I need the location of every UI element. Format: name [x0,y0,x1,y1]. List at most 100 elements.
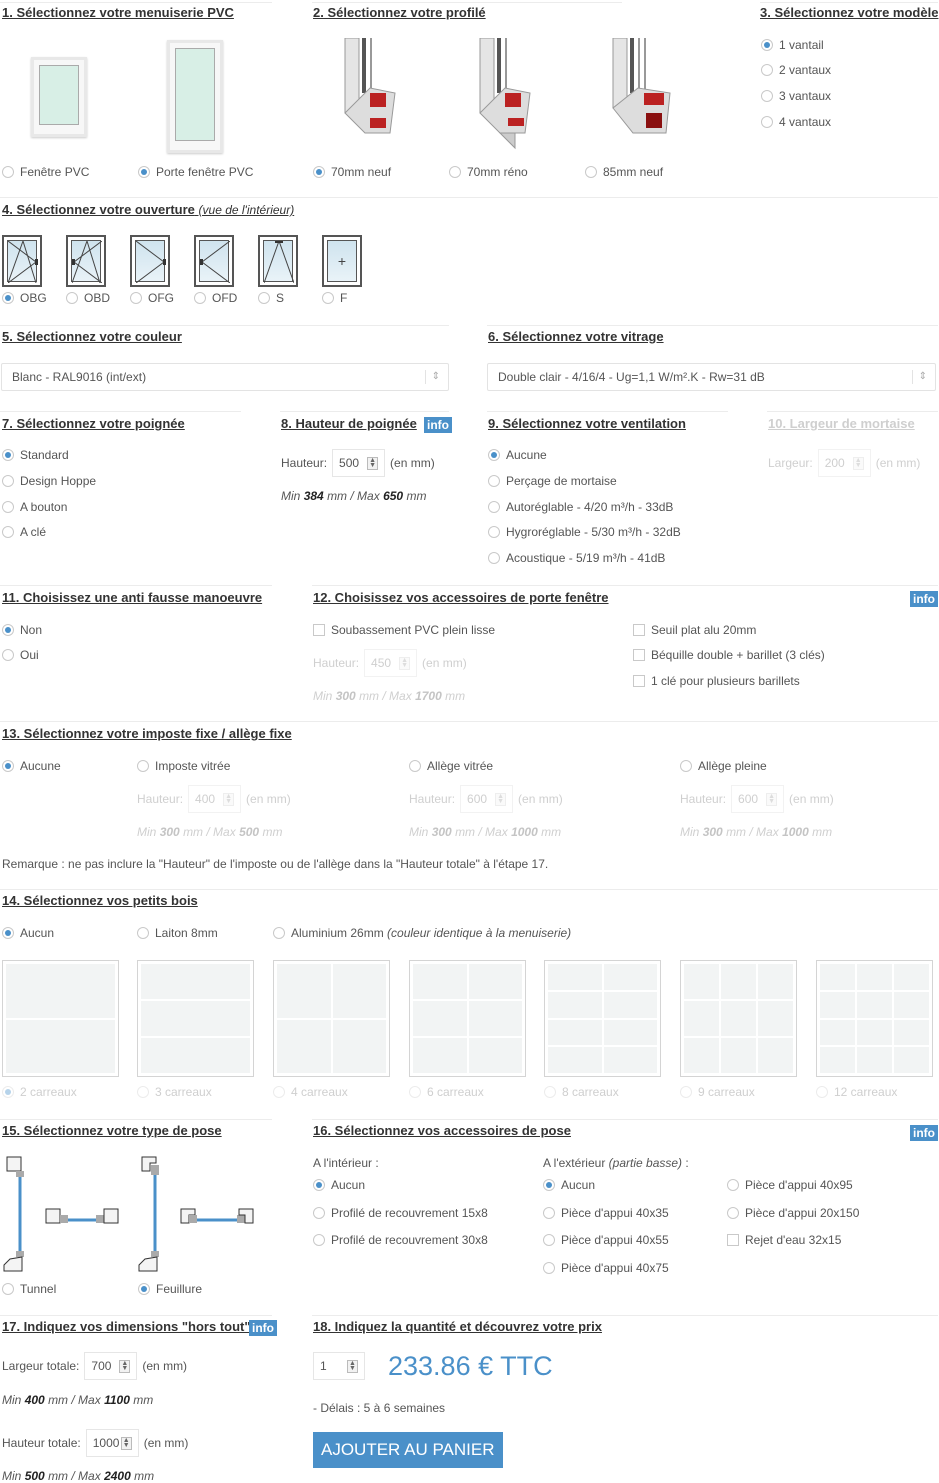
option-obg[interactable]: OBG [2,291,47,305]
radio[interactable] [409,760,421,772]
profile-70mm-reno-image[interactable] [475,38,535,150]
radio[interactable] [2,292,14,304]
option-2-vantaux[interactable]: 2 vantaux [761,63,831,77]
grid-6-carreaux-image[interactable] [409,960,526,1077]
spinner-icon[interactable]: ▲ ▼ [852,456,864,470]
imposte-height-input[interactable]: 400 ▲ ▼ [188,785,242,813]
option-appui-20x150[interactable]: Pièce d'appui 20x150 [727,1206,859,1220]
radio[interactable] [761,64,773,76]
info-button[interactable]: info [249,1320,277,1336]
radio[interactable] [761,39,773,51]
glazing-select[interactable]: Double clair - 4/16/4 - Ug=1,1 W/m².K - … [487,363,936,391]
total-height-input[interactable]: 1000 ▲ ▼ [85,1429,139,1457]
radio[interactable] [585,166,597,178]
radio[interactable] [2,166,14,178]
radio[interactable] [449,166,461,178]
option-design-hoppe[interactable]: Design Hoppe [2,474,96,488]
option-appui-40x75[interactable]: Pièce d'appui 40x75 [543,1261,669,1275]
radio[interactable] [2,927,14,939]
fixed-window-icon[interactable]: + [322,235,362,287]
option-12-carreaux[interactable]: 12 carreaux [816,1085,897,1099]
option-8-carreaux[interactable]: 8 carreaux [544,1085,619,1099]
radio[interactable] [409,1086,421,1098]
radio[interactable] [488,552,500,564]
handle-height-input[interactable]: 500 ▲ ▼ [332,449,386,477]
spinner-icon[interactable]: ▲ ▼ [495,792,507,806]
info-button[interactable]: info [424,417,452,433]
checkbox[interactable] [633,624,645,636]
radio[interactable] [680,760,692,772]
option-appui-40x35[interactable]: Pièce d'appui 40x35 [543,1206,669,1220]
option-a-cle[interactable]: A clé [2,525,46,539]
checkbox-cle-barillets[interactable]: 1 clé pour plusieurs barillets [633,674,800,688]
option-exterior-aucun[interactable]: Aucun [543,1178,595,1192]
grid-8-carreaux-image[interactable] [544,960,661,1077]
option-70mm-reno[interactable]: 70mm réno [449,165,528,179]
option-standard[interactable]: Standard [2,448,69,462]
radio[interactable] [322,292,334,304]
checkbox-rejet-eau[interactable]: Rejet d'eau 32x15 [727,1233,841,1247]
radio[interactable] [137,1086,149,1098]
radio[interactable] [488,526,500,538]
quantity-input[interactable]: 1 ▲ ▼ [313,1352,365,1380]
option-f[interactable]: F [322,291,347,305]
spinner-icon[interactable]: ▲ ▼ [120,1436,132,1450]
option-ofd[interactable]: OFD [194,291,237,305]
option-2-carreaux[interactable]: 2 carreaux [2,1085,77,1099]
total-width-input[interactable]: 700 ▲ ▼ [84,1352,138,1380]
radio[interactable] [2,1086,14,1098]
option-allege-pleine[interactable]: Allège pleine [680,759,767,773]
option-85mm-neuf[interactable]: 85mm neuf [585,165,663,179]
option-fenetre-pvc[interactable]: Fenêtre PVC [2,165,89,179]
option-allege-vitree[interactable]: Allège vitrée [409,759,493,773]
option-acoustique[interactable]: Acoustique - 5/19 m³/h - 41dB [488,551,665,565]
radio[interactable] [137,760,149,772]
option-autoreglable[interactable]: Autoréglable - 4/20 m³/h - 33dB [488,500,673,514]
spinner-icon[interactable]: ▲ ▼ [399,656,411,670]
option-oui[interactable]: Oui [2,648,39,662]
option-4-carreaux[interactable]: 4 carreaux [273,1085,348,1099]
spinner-icon[interactable]: ▲ ▼ [367,456,379,470]
window-pvc-image[interactable] [31,57,87,137]
option-3-vantaux[interactable]: 3 vantaux [761,89,831,103]
radio[interactable] [488,475,500,487]
casement-right-icon[interactable] [194,235,234,287]
radio[interactable] [2,475,14,487]
radio[interactable] [761,116,773,128]
option-imposte-vitree[interactable]: Imposte vitrée [137,759,230,773]
tilt-only-icon[interactable] [258,235,298,287]
feuillure-pose-diagram-icon[interactable] [137,1153,257,1275]
option-obd[interactable]: OBD [66,291,110,305]
radio[interactable] [137,927,149,939]
radio[interactable] [194,292,206,304]
radio[interactable] [66,292,78,304]
option-tunnel[interactable]: Tunnel [2,1282,56,1296]
radio[interactable] [727,1207,739,1219]
radio[interactable] [138,1283,150,1295]
radio[interactable] [543,1234,555,1246]
radio[interactable] [273,1086,285,1098]
checkbox[interactable] [633,675,645,687]
radio[interactable] [816,1086,828,1098]
radio[interactable] [488,501,500,513]
info-button[interactable]: info [910,591,938,607]
option-6-carreaux[interactable]: 6 carreaux [409,1085,484,1099]
tilt-turn-left-icon[interactable] [2,235,42,287]
color-select[interactable]: Blanc - RAL9016 (int/ext) ⇕ [1,363,449,391]
radio[interactable] [313,1179,325,1191]
option-petits-bois-aucun[interactable]: Aucun [2,926,54,940]
option-hygroreglable[interactable]: Hygroréglable - 5/30 m³/h - 32dB [488,525,681,539]
radio[interactable] [2,649,14,661]
radio[interactable] [543,1207,555,1219]
option-1-vantail[interactable]: 1 vantail [761,38,824,52]
radio[interactable] [761,90,773,102]
radio[interactable] [258,292,270,304]
option-4-vantaux[interactable]: 4 vantaux [761,115,831,129]
radio[interactable] [543,1179,555,1191]
option-profile-15x8[interactable]: Profilé de recouvrement 15x8 [313,1206,488,1220]
checkbox-seuil-plat[interactable]: Seuil plat alu 20mm [633,623,756,637]
option-feuillure[interactable]: Feuillure [138,1282,202,1296]
radio[interactable] [130,292,142,304]
spinner-icon[interactable]: ▲ ▼ [347,1359,358,1373]
checkbox-bequille-double[interactable]: Béquille double + barillet (3 clés) [633,648,825,662]
